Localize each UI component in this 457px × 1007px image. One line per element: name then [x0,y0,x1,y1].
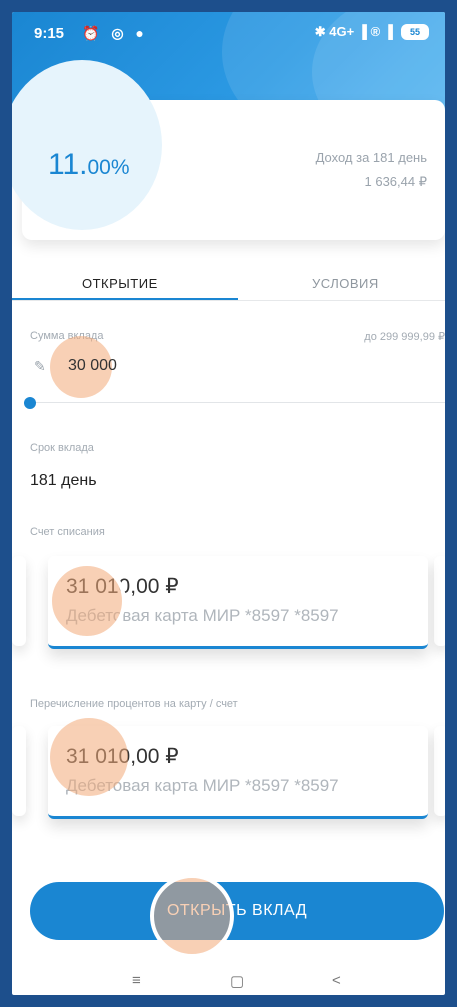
term-value[interactable]: 181 день [30,472,97,490]
touch-indicator [50,718,128,796]
system-nav-bar: ≡ ▢ < [12,970,445,995]
rate-card: 11.00% Доход за 181 день 1 636,44 ₽ [12,60,445,240]
app-screen: 9:15 ⏰ ◎ ● ✱ 4G+ ▐ ® ▐ 55 11.00% Доход з… [12,12,445,995]
rate-value: 11. [48,148,88,181]
touch-indicator [150,874,234,958]
prev-card-peek[interactable] [12,726,26,816]
tab-conditions[interactable]: УСЛОВИЯ [312,276,379,291]
term-label: Срок вклада [30,442,94,454]
rate-highlight [12,60,162,230]
amount-input[interactable]: 30 000 [68,357,117,375]
notification-icons: ⏰ ◎ ● [82,25,148,41]
status-bar: 9:15 ⏰ ◎ ● ✱ 4G+ ▐ ® ▐ 55 [12,12,445,52]
income-label: Доход за 181 день [315,150,427,165]
menu-icon[interactable]: ≡ [132,972,141,989]
back-icon[interactable]: < [332,972,341,989]
divider [12,300,445,301]
home-icon[interactable]: ▢ [230,972,244,990]
amount-slider-track[interactable] [30,402,445,403]
interest-rate: 11.00% [48,148,130,182]
debit-account-label: Счет списания [30,526,105,538]
open-deposit-button[interactable]: ОТКРЫТЬ ВКЛАД [30,882,444,940]
interest-account-label: Перечисление процентов на карту / счет [30,698,238,710]
touch-indicator [48,562,126,640]
tab-bar: ОТКРЫТИЕ УСЛОВИЯ [12,260,445,310]
pencil-icon: ✎ [34,358,46,374]
income-value: 1 636,44 ₽ [364,174,428,189]
status-time: 9:15 [34,25,65,42]
signal-icons: ✱ 4G+ ▐ ® ▐ [314,24,393,39]
rate-suffix: 00% [87,156,130,179]
system-icons: ✱ 4G+ ▐ ® ▐ 55 [315,24,429,40]
next-card-peek[interactable] [434,726,445,816]
amount-slider-thumb[interactable] [24,397,36,409]
amount-max-label: до 299 999,99 ₽ [364,331,445,343]
tab-opening[interactable]: ОТКРЫТИЕ [82,276,158,291]
next-card-peek[interactable] [434,556,445,646]
battery-icon: 55 [401,24,429,40]
prev-card-peek[interactable] [12,556,26,646]
